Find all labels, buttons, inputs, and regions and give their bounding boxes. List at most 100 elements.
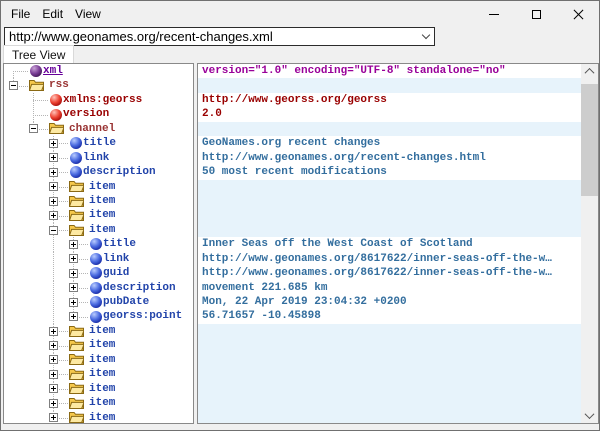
element-icon [90,267,102,279]
tree-guide [69,295,89,309]
tree-node-rss[interactable]: rss [4,78,193,92]
tree-guide [29,208,49,222]
tree-node-title[interactable]: title [4,237,193,251]
tree-guide [9,180,29,194]
tree-node-link[interactable]: link [4,151,193,165]
tree-guide [9,208,29,222]
expander-plus-icon[interactable] [49,182,58,191]
tree-guide [9,309,29,323]
folder-icon [69,224,84,237]
tree-node-item[interactable]: item [4,180,193,194]
tab-tree-view[interactable]: Tree View [3,45,74,63]
expander-plus-icon[interactable] [49,413,58,422]
tree-node-item[interactable]: item [4,396,193,410]
address-input[interactable] [5,28,417,45]
element-icon [90,238,102,250]
expander-plus-icon[interactable] [69,254,78,263]
expander-plus-icon[interactable] [49,327,58,336]
tree-node-link[interactable]: link [4,252,193,266]
expander-plus-icon[interactable] [49,153,58,162]
expander-minus-icon[interactable] [9,81,18,90]
tabbar: Tree View [3,45,74,63]
tree-node-item[interactable]: item [4,194,193,208]
expander-plus-icon[interactable] [69,283,78,292]
tree-node-description[interactable]: description [4,165,193,179]
expander-plus-icon[interactable] [69,240,78,249]
value-row: 50 most recent modifications [198,165,581,179]
expander-plus-icon[interactable] [49,168,58,177]
close-button[interactable] [557,1,599,27]
tree-node-xmlns:georss[interactable]: xmlns:georss [4,93,193,107]
tree-guide [9,396,29,410]
tree-guide [29,353,49,367]
tree-node-pubDate[interactable]: pubDate [4,295,193,309]
tree-node-label: link [83,151,109,165]
minimize-button[interactable] [473,1,515,27]
expander-plus-icon[interactable] [49,197,58,206]
tree-guide [9,237,29,251]
folder-icon [69,368,84,381]
tree-node-xml[interactable]: xml [4,64,193,78]
tree-guide [9,338,29,352]
expander-plus-icon[interactable] [49,370,58,379]
expander-plus-icon[interactable] [49,139,58,148]
tree-node-description[interactable]: description [4,281,193,295]
tree-guide [49,309,69,323]
tree-guide [9,411,29,425]
tree-guide [29,411,49,425]
tree-node-item[interactable]: item [4,411,193,425]
tree-node-channel[interactable]: channel [4,122,193,136]
tree-node-guid[interactable]: guid [4,266,193,280]
tree-guide [9,367,29,381]
tree-node-version[interactable]: version [4,107,193,121]
scroll-up-button[interactable] [581,64,598,79]
tree-node-title[interactable]: title [4,136,193,150]
expander-plus-icon[interactable] [49,355,58,364]
chevron-up-icon [585,68,595,78]
tree-node-item[interactable]: item [4,338,193,352]
value-row [198,324,581,338]
tree-guide [49,353,69,367]
tree-node-label: description [83,165,156,179]
tree-node-item[interactable]: item [4,353,193,367]
attribute-icon [50,94,62,106]
menu-file[interactable]: File [5,4,36,24]
maximize-button[interactable] [515,1,557,27]
tree-guide [9,194,29,208]
expander-plus-icon[interactable] [49,399,58,408]
tree-guide [49,165,69,179]
tree-node-item[interactable]: item [4,223,193,237]
expander-plus-icon[interactable] [49,384,58,393]
tree-guide [29,237,49,251]
expander-plus-icon[interactable] [49,211,58,220]
value-row: http://www.georss.org/georss [198,93,581,107]
tree-node-item[interactable]: item [4,382,193,396]
tree-node-label: item [89,223,115,237]
tree-node-item[interactable]: item [4,367,193,381]
expander-minus-icon[interactable] [29,124,38,133]
tree-node-item[interactable]: item [4,324,193,338]
menu-edit[interactable]: Edit [36,4,69,24]
scroll-down-button[interactable] [581,408,598,423]
value-row [198,78,581,92]
expander-plus-icon[interactable] [69,269,78,278]
expander-plus-icon[interactable] [49,341,58,350]
tree-guide [69,237,89,251]
tree-guide [29,136,49,150]
expander-plus-icon[interactable] [69,312,78,321]
window-controls [473,1,599,27]
element-icon [90,296,102,308]
vertical-scrollbar[interactable] [581,64,598,423]
combobox-dropdown-button[interactable] [417,28,434,45]
tree-guide [29,382,49,396]
folder-icon [69,325,84,338]
tree-guide [9,252,29,266]
scrollbar-thumb[interactable] [581,84,598,196]
tree-guide [9,324,29,338]
tree-node-item[interactable]: item [4,208,193,222]
expander-minus-icon[interactable] [49,226,58,235]
expander-plus-icon[interactable] [69,298,78,307]
tree-node-georss:point[interactable]: georss:point [4,309,193,323]
menu-view[interactable]: View [69,4,107,24]
value-row [198,180,581,194]
